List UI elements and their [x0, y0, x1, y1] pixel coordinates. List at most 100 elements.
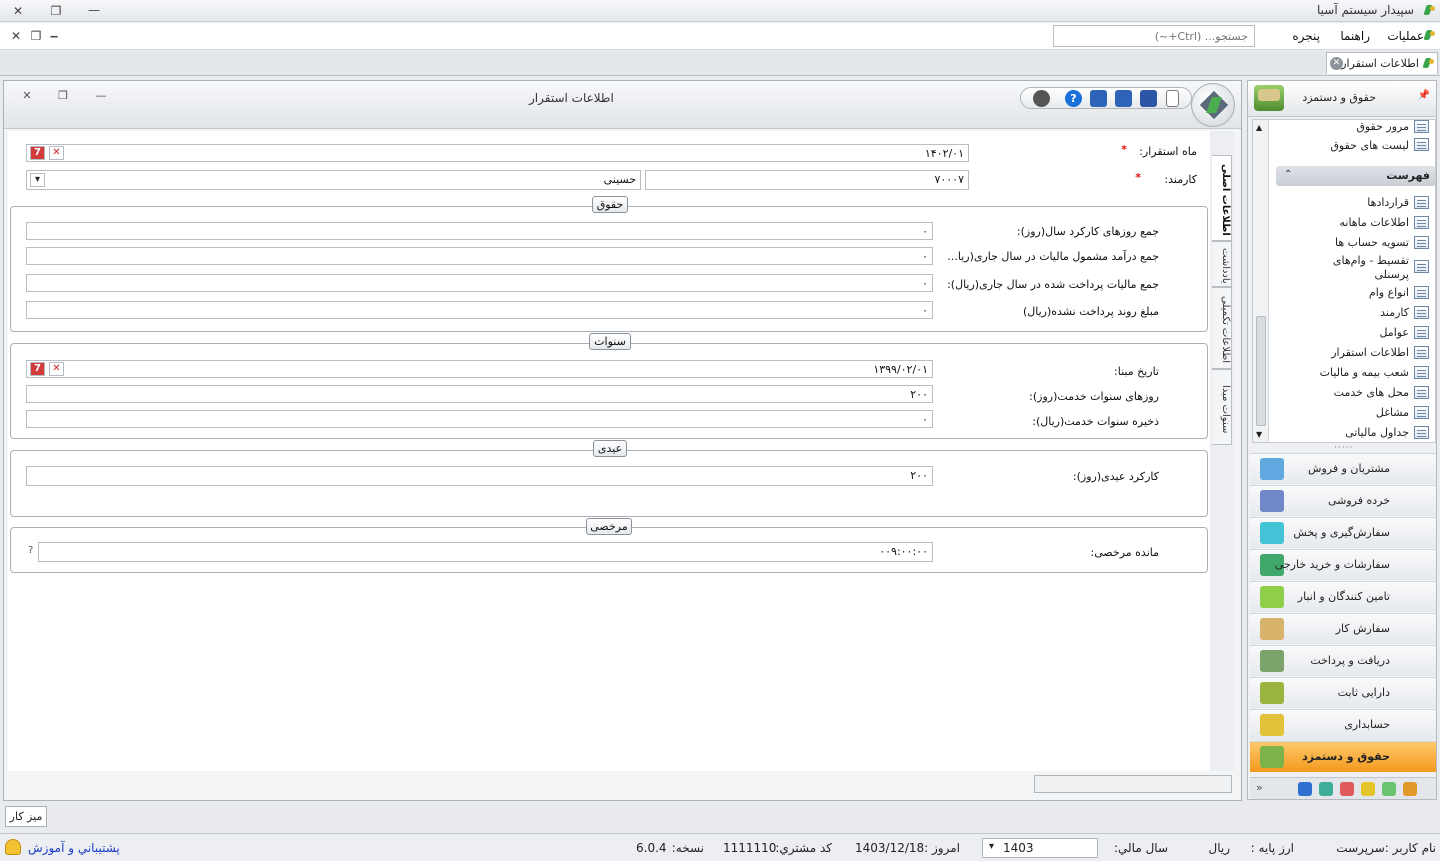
- more-modules-icon[interactable]: »: [1256, 781, 1263, 794]
- restore-document-button[interactable]: ❐: [54, 89, 72, 102]
- nav-item-jobs[interactable]: مشاغل: [1376, 406, 1409, 419]
- module-label: حقوق و دستمزد: [1302, 750, 1390, 763]
- panel-splitter[interactable]: ·····: [1334, 443, 1353, 453]
- nav-item-monthly-info[interactable]: اطلاعات ماهانه: [1340, 216, 1410, 229]
- close-app-button[interactable]: ✕: [8, 2, 28, 20]
- tab-notes[interactable]: یادداشت: [1212, 241, 1232, 287]
- leave-remaining-field[interactable]: ۰۰۹:۰۰:۰۰: [38, 542, 933, 562]
- list-icon: [1414, 236, 1429, 249]
- seniority-reserve-field[interactable]: ۰: [26, 410, 933, 428]
- leaf-icon[interactable]: [1361, 782, 1375, 796]
- module-item[interactable]: مشتریان و فروش: [1250, 453, 1436, 484]
- nav-item-deployment-info[interactable]: اطلاعات استقرار: [1331, 346, 1409, 359]
- tab-seniority-origin[interactable]: سنوات مبدا: [1212, 369, 1232, 445]
- clear-month-icon[interactable]: ✕: [49, 146, 64, 160]
- calendar-icon[interactable]: 7: [30, 146, 45, 160]
- pin-icon[interactable]: 📌: [1418, 90, 1430, 101]
- report-icon: [1414, 120, 1429, 133]
- save-icon[interactable]: [1140, 90, 1157, 107]
- restore-app-button[interactable]: ❐: [46, 2, 66, 20]
- fiscal-year-select[interactable]: ▾ 1403: [982, 838, 1098, 858]
- nav-item-personnel-loans[interactable]: تقسیط - وام‌های پرسنلی: [1319, 254, 1409, 282]
- list-icon: [1414, 196, 1429, 209]
- scroll-thumb[interactable]: [1256, 316, 1266, 426]
- module-item[interactable]: سفارشات و خرید خارجی: [1250, 549, 1436, 580]
- bonus-days-field[interactable]: ۲۰۰: [26, 466, 933, 486]
- list-section-header[interactable]: فهرست ⌃: [1276, 166, 1435, 186]
- menu-operations[interactable]: عملیات: [1387, 29, 1424, 43]
- nav-item-service-locations[interactable]: محل های خدمت: [1334, 386, 1409, 399]
- list-section-title: فهرست: [1386, 169, 1430, 182]
- scroll-down-icon[interactable]: ▼: [1256, 430, 1262, 439]
- month-field[interactable]: ۱۴۰۲/۰۱: [26, 144, 969, 162]
- chevron-down-icon[interactable]: ▾: [30, 173, 45, 187]
- nav-item-tax-tables[interactable]: جداول مالیاتی: [1345, 426, 1409, 439]
- mdi-minimize-button[interactable]: ‒: [44, 27, 64, 45]
- base-date-label: تاریخ مبنا:: [1114, 365, 1159, 378]
- module-item[interactable]: حسابداری: [1250, 709, 1436, 740]
- tab-extra-info[interactable]: اطلاعات تکمیلی: [1212, 287, 1232, 369]
- clear-base-date-icon[interactable]: ✕: [49, 362, 64, 376]
- wrench-icon[interactable]: [1033, 90, 1050, 107]
- module-label: حسابداری: [1344, 718, 1390, 731]
- desktop-tab[interactable]: میز کار: [5, 806, 47, 827]
- chart-icon[interactable]: [1340, 782, 1354, 796]
- leave-help-icon[interactable]: ?: [28, 545, 33, 556]
- box-icon[interactable]: [1319, 782, 1333, 796]
- save-and-new-icon[interactable]: [1115, 90, 1132, 107]
- nav-item-contracts[interactable]: قراردادها: [1367, 196, 1409, 209]
- star-icon[interactable]: [1382, 782, 1396, 796]
- salary-field-4[interactable]: ۰: [26, 301, 933, 319]
- help-icon[interactable]: ?: [1065, 90, 1082, 107]
- scroll-up-icon[interactable]: ▲: [1256, 123, 1262, 132]
- salary-field-2[interactable]: ۰: [26, 247, 933, 265]
- minimize-app-button[interactable]: —: [84, 1, 104, 19]
- notification-icon[interactable]: [5, 839, 21, 855]
- module-item[interactable]: دریافت و پرداخت: [1250, 645, 1436, 676]
- list-icon: [1414, 406, 1429, 419]
- employee-name-field[interactable]: حسینی: [26, 170, 641, 190]
- fiscal-year-value: 1403: [1003, 841, 1034, 855]
- save-and-close-icon[interactable]: [1090, 90, 1107, 107]
- base-date-field[interactable]: ۱۳۹۹/۰۲/۰۱: [26, 360, 933, 378]
- mdi-restore-button[interactable]: ❐: [26, 27, 46, 45]
- nav-item-factors[interactable]: عوامل: [1379, 326, 1409, 339]
- search-input[interactable]: [1053, 25, 1255, 47]
- module-item[interactable]: سفارش کار: [1250, 613, 1436, 644]
- nav-item-employee[interactable]: کارمند: [1380, 306, 1409, 319]
- module-item[interactable]: حقوق و دستمزد: [1250, 741, 1436, 772]
- support-link[interactable]: پشتيباني و آموزش: [28, 841, 120, 855]
- nav-item-loan-types[interactable]: انواع وام: [1369, 286, 1409, 299]
- tree-scrollbar[interactable]: ▲ ▼: [1253, 120, 1269, 442]
- calendar-icon[interactable]: 7: [30, 362, 45, 376]
- new-document-icon[interactable]: [1166, 90, 1179, 107]
- employee-code-field[interactable]: ۷۰۰۰۷: [645, 170, 969, 190]
- close-document-button[interactable]: ✕: [18, 89, 36, 102]
- module-item[interactable]: خرده فروشی: [1250, 485, 1436, 516]
- salary-field-3[interactable]: ۰: [26, 274, 933, 292]
- module-icon: [1260, 650, 1284, 672]
- mdi-close-button[interactable]: ✕: [6, 27, 26, 45]
- seniority-days-field[interactable]: ۲۰۰: [26, 385, 933, 403]
- nav-item-settlements[interactable]: تسویه حساب ها: [1335, 236, 1409, 249]
- salary-field-1[interactable]: ۰: [26, 222, 933, 240]
- globe-icon[interactable]: [1298, 782, 1312, 796]
- minimize-document-button[interactable]: —: [92, 89, 110, 102]
- side-tabs: اطلاعات اصلی یادداشت اطلاعات تکمیلی سنوا…: [1210, 131, 1234, 771]
- list-icon: [1414, 286, 1429, 299]
- nav-item-salary-review[interactable]: مرور حقوق: [1356, 120, 1409, 133]
- nav-item-salary-lists[interactable]: لیست های حقوق: [1330, 139, 1409, 152]
- bonus-days-label: کارکرد عیدی(روز):: [1072, 470, 1159, 483]
- menu-help[interactable]: راهنما: [1340, 29, 1370, 43]
- collapse-icon[interactable]: ⌃: [1284, 169, 1292, 180]
- module-item[interactable]: سفارش‌گیری و پخش: [1250, 517, 1436, 548]
- module-icon: [1260, 682, 1284, 704]
- tab-main-info[interactable]: اطلاعات اصلی: [1212, 155, 1232, 241]
- nav-item-insurance-branches[interactable]: شعب بیمه و مالیات: [1320, 366, 1409, 379]
- module-item[interactable]: تامین کنندگان و انبار: [1250, 581, 1436, 612]
- module-item[interactable]: دارایی ثابت: [1250, 677, 1436, 708]
- tools-icon[interactable]: [1403, 782, 1417, 796]
- menu-window[interactable]: پنجره: [1292, 29, 1320, 43]
- close-tab-icon[interactable]: ✕: [1330, 57, 1343, 70]
- tab-deployment-info[interactable]: اطلاعات استقرار ✕: [1326, 52, 1438, 74]
